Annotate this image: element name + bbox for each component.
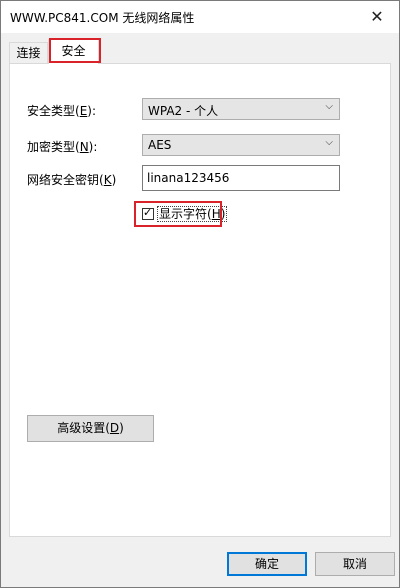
ok-button[interactable]: 确定 [227,552,307,576]
network-key-value: linana123456 [147,171,230,185]
encryption-type-value: AES [148,138,172,152]
chevron-down-icon: ⌵ [325,101,333,112]
network-key-label: 网络安全密钥(K) [27,173,117,187]
security-type-value: WPA2 - 个人 [148,104,219,118]
advanced-settings-button[interactable]: 高级设置(D) [27,415,154,442]
tab-security[interactable]: 安全 [48,39,99,64]
cancel-button[interactable]: 取消 [315,552,395,576]
title-bar: WWW.PC841.COM 无线网络属性 ✕ [1,1,399,33]
show-characters-checkbox[interactable]: ✓ [142,206,154,220]
encryption-type-select[interactable]: AES ⌵ [142,134,340,156]
close-icon[interactable]: ✕ [355,1,399,33]
check-icon: ✓ [143,206,153,219]
security-type-label: 安全类型(E): [27,104,97,118]
encryption-type-label: 加密类型(N): [27,140,98,154]
show-characters-label[interactable]: 显示字符(H) [157,206,228,222]
window-title: WWW.PC841.COM 无线网络属性 [10,11,195,25]
chevron-down-icon: ⌵ [325,137,333,148]
tab-connection[interactable]: 连接 [9,42,48,63]
security-type-select[interactable]: WPA2 - 个人 ⌵ [142,98,340,120]
network-key-input[interactable]: linana123456 [142,165,340,191]
wireless-properties-window: WWW.PC841.COM 无线网络属性 ✕ 连接 安全 安全类型(E): WP… [0,0,400,588]
